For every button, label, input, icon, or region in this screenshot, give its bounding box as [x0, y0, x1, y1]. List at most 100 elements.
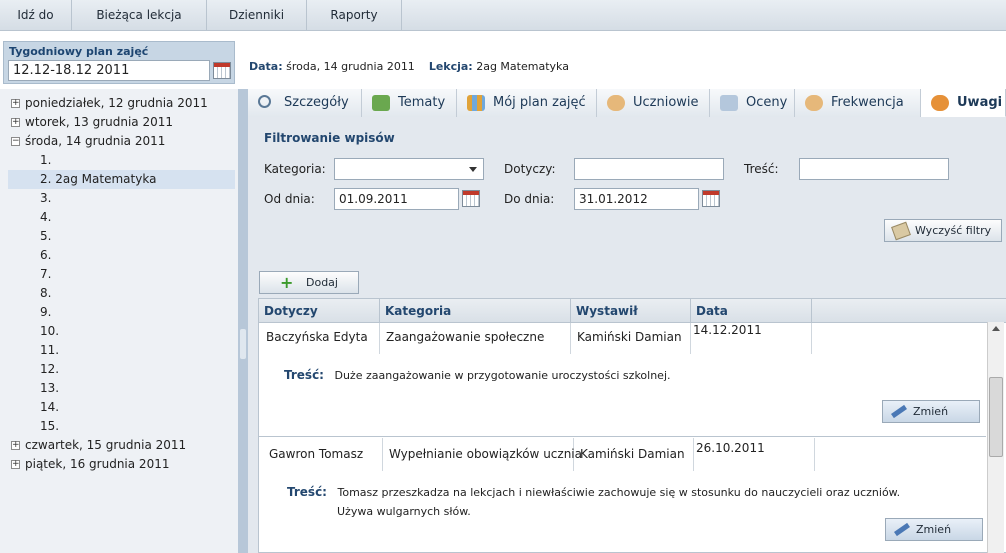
expand-icon[interactable]: +: [11, 118, 20, 127]
to-date-label: Do dnia:: [504, 192, 555, 206]
row-divider: [259, 436, 986, 437]
cell-data: 26.10.2011: [694, 438, 815, 471]
nav-raporty[interactable]: Raporty: [307, 0, 402, 31]
expand-icon[interactable]: +: [11, 460, 20, 469]
tree-lesson-label: 12.: [40, 362, 60, 376]
note-content: Treść: Duże zaangażowanie w przygotowani…: [284, 368, 671, 382]
tab-oceny[interactable]: Oceny: [710, 89, 795, 117]
schedule-icon: [467, 95, 485, 111]
dotyczy-label: Dotyczy:: [504, 162, 556, 176]
tree-lesson-label: 7.: [40, 267, 52, 281]
tab-bar: Szczegóły Tematy Mój plan zajęć Uczniowi…: [248, 89, 1006, 117]
expand-icon[interactable]: +: [11, 441, 20, 450]
magnifier-icon: [258, 95, 271, 108]
to-date-input[interactable]: 31.01.2012: [574, 188, 699, 210]
tree-lesson-label: 15.: [40, 419, 60, 433]
tab-moj-plan[interactable]: Mój plan zajęć: [457, 89, 597, 117]
nav-biezaca-lekcja[interactable]: Bieżąca lekcja: [72, 0, 207, 31]
dotyczy-input[interactable]: [574, 158, 724, 180]
tab-tematy[interactable]: Tematy: [362, 89, 457, 117]
from-date-label: Od dnia:: [264, 192, 315, 206]
edit-label: Zmień: [913, 405, 949, 418]
eraser-icon: [891, 221, 911, 241]
tree-lesson-label: 4.: [40, 210, 52, 224]
scroll-thumb[interactable]: [989, 377, 1003, 457]
collapse-icon[interactable]: −: [11, 137, 20, 146]
tree-lesson-label: 14.: [40, 400, 60, 414]
date-label: Data:: [249, 60, 283, 73]
date-value: środa, 14 grudnia 2011: [286, 60, 415, 73]
tree-lesson-label: 13.: [40, 381, 60, 395]
tab-label: Tematy: [398, 95, 446, 110]
add-button[interactable]: + Dodaj: [259, 271, 359, 294]
week-range-input[interactable]: 12.12-18.12 2011: [8, 60, 210, 81]
expand-icon[interactable]: +: [11, 99, 20, 108]
note-content: Treść: Tomasz przeszkadza na lekcjach i …: [287, 485, 900, 499]
cell-data: 14.12.2011: [691, 323, 812, 354]
filter-title: Filtrowanie wpisów: [264, 131, 395, 145]
clear-filters-button[interactable]: Wyczyść filtry: [884, 219, 1002, 242]
pencil-icon: [894, 522, 910, 537]
tree-day-label: środa, 14 grudnia 2011: [25, 134, 166, 148]
tree-lesson-label: 11.: [40, 343, 60, 357]
col-wystawil[interactable]: Wystawił: [571, 299, 691, 323]
tab-label: Uwagi: [957, 95, 1003, 110]
col-data[interactable]: Data: [691, 299, 812, 323]
calendar-icon[interactable]: [213, 62, 231, 79]
tree-day-label: piątek, 16 grudnia 2011: [25, 457, 170, 471]
lesson-value: 2ag Matematyka: [476, 60, 569, 73]
tree-lesson-label: 2. 2ag Matematyka: [40, 172, 157, 186]
edit-button[interactable]: Zmień: [885, 518, 983, 541]
week-plan-label: Tygodniowy plan zajęć: [9, 45, 149, 58]
lesson-label: Lekcja:: [428, 60, 473, 73]
tresc-label: Treść:: [744, 162, 779, 176]
cell-wystawil: Kamiński Damian: [574, 438, 694, 471]
plus-icon: +: [280, 273, 294, 292]
tab-szczegoly[interactable]: Szczegóły: [248, 89, 362, 117]
nav-dzienniki[interactable]: Dzienniki: [207, 0, 307, 31]
cell-dotyczy: Baczyńska Edyta: [259, 323, 380, 354]
note-label: Treść:: [284, 368, 324, 382]
calendar-icon[interactable]: [702, 190, 720, 207]
tab-uczniowie[interactable]: Uczniowie: [597, 89, 710, 117]
tab-uwagi[interactable]: Uwagi: [921, 89, 1006, 117]
students-icon: [607, 95, 625, 111]
nav-idz-do[interactable]: Idź do: [0, 0, 72, 31]
clear-filters-label: Wyczyść filtry: [915, 224, 992, 237]
calendar-icon[interactable]: [462, 190, 480, 207]
notes-icon: [931, 95, 949, 111]
lesson-tree: + poniedziałek, 12 grudnia 2011 + wtorek…: [0, 89, 241, 553]
tab-label: Oceny: [746, 95, 788, 110]
note-text: Duże zaangażowanie w przygotowanie urocz…: [334, 369, 671, 382]
grid-header: Dotyczy Kategoria Wystawił Data: [259, 299, 1006, 323]
tab-frekwencja[interactable]: Frekwencja: [795, 89, 921, 117]
edit-button[interactable]: Zmień: [882, 400, 980, 423]
cell-kategoria: Zaangażowanie społeczne: [380, 323, 571, 354]
vertical-scrollbar[interactable]: [987, 322, 1004, 553]
tresc-input[interactable]: [799, 158, 949, 180]
tree-lesson-label: 5.: [40, 229, 52, 243]
from-date-input[interactable]: 01.09.2011: [334, 188, 459, 210]
tree-day-label: wtorek, 13 grudnia 2011: [25, 115, 173, 129]
tree-lesson-item-selected[interactable]: 2. 2ag Matematyka: [8, 170, 235, 189]
tab-label: Szczegóły: [284, 95, 349, 110]
tree-day-label: czwartek, 15 grudnia 2011: [25, 438, 187, 452]
question-icon: [372, 95, 390, 111]
col-dotyczy[interactable]: Dotyczy: [259, 299, 380, 323]
note-text-line2: Używa wulgarnych słów.: [337, 505, 471, 518]
col-kategoria[interactable]: Kategoria: [380, 299, 571, 323]
tab-label: Frekwencja: [831, 95, 904, 110]
tree-lesson-label: 10.: [40, 324, 60, 338]
splitter-grip-icon[interactable]: [240, 329, 246, 359]
cell-kategoria: Wypełnianie obowiązków ucznia: [383, 438, 582, 471]
attendance-icon: [805, 95, 823, 111]
category-label: Kategoria:: [264, 162, 326, 176]
scroll-up-icon[interactable]: [992, 326, 1000, 331]
tree-lesson-label: 8.: [40, 286, 52, 300]
note-text: Tomasz przeszkadza na lekcjach i niewłaś…: [337, 486, 901, 499]
tree-lesson-label: 1.: [40, 153, 52, 167]
category-select[interactable]: [334, 158, 484, 180]
tab-label: Uczniowie: [633, 95, 699, 110]
panel-splitter[interactable]: [238, 89, 248, 553]
note-label: Treść:: [287, 485, 327, 499]
